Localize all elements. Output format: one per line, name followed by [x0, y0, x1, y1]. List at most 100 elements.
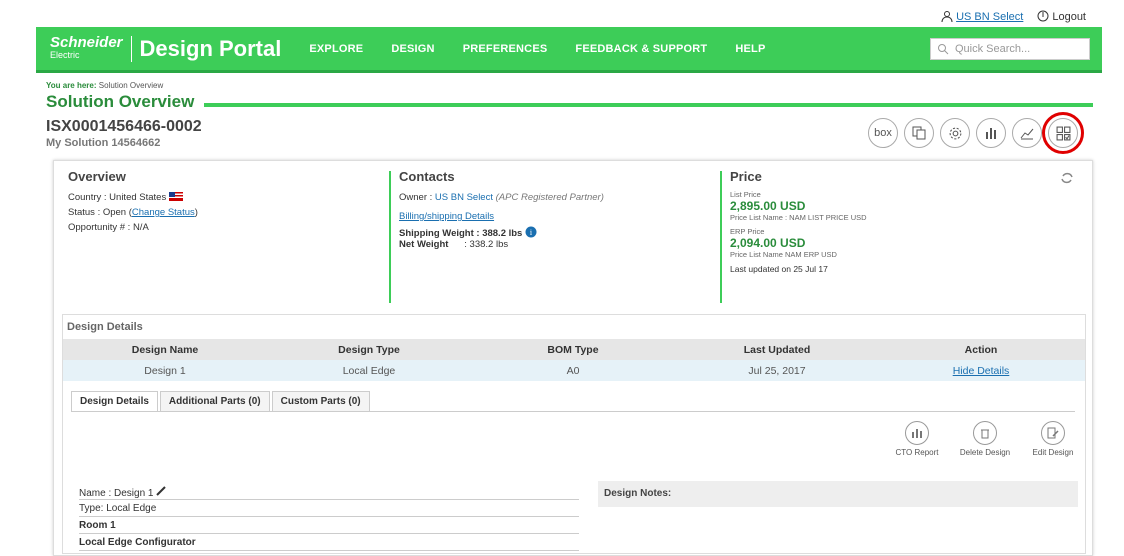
- logo-divider: [130, 35, 132, 62]
- erp-price-value: 2,094.00 USD: [730, 236, 806, 250]
- edit-design-button[interactable]: Edit Design: [1027, 421, 1079, 457]
- nav-explore[interactable]: EXPLORE: [309, 43, 363, 55]
- cell-bom-type: A0: [566, 364, 580, 377]
- design-details-title: Design Details: [67, 321, 143, 333]
- cell-last-updated: Jul 25, 2017: [748, 364, 806, 377]
- line-chart-icon: [1020, 128, 1034, 140]
- cell-design-name: Design 1: [144, 364, 186, 377]
- quick-search-input[interactable]: Quick Search...: [930, 38, 1090, 60]
- status-prefix: Status : Open (: [68, 207, 132, 218]
- country-text: Country : United States: [68, 192, 167, 203]
- col-last-updated: Last Updated: [743, 343, 811, 356]
- billing-link[interactable]: Billing/shipping Details: [399, 211, 494, 222]
- search-placeholder: Quick Search...: [955, 43, 1031, 55]
- configuration-button[interactable]: [1042, 112, 1084, 154]
- erp-price-name: Price List Name NAM ERP USD: [730, 250, 837, 259]
- logo[interactable]: Schneider Electric Design Portal: [50, 33, 281, 62]
- delete-design-label: Delete Design: [959, 448, 1011, 457]
- divider-1: [389, 171, 391, 303]
- opportunity-line: Opportunity # : N/A: [68, 222, 149, 233]
- user-link[interactable]: US BN Select: [941, 10, 1023, 23]
- col-design-type: Design Type: [338, 343, 400, 356]
- page-title: Solution Overview: [46, 92, 195, 111]
- shipping-weight: Shipping Weight : 388.2 lbs: [399, 228, 523, 239]
- gear-icon: [949, 127, 961, 139]
- configurator-row: Local Edge Configurator: [79, 534, 579, 551]
- main-navbar: Schneider Electric Design Portal EXPLORE …: [36, 27, 1102, 73]
- report-button[interactable]: [976, 118, 1006, 148]
- tab-custom-parts[interactable]: Custom Parts (0): [271, 391, 370, 411]
- design-table-header: Design Name Design Type BOM Type Last Up…: [63, 339, 1085, 360]
- edit-design-label: Edit Design: [1032, 448, 1074, 457]
- price-updated: Last updated on 25 Jul 17: [730, 264, 828, 274]
- nav-feedback-support[interactable]: FEEDBACK & SUPPORT: [575, 43, 707, 55]
- title-underline: [204, 103, 1093, 107]
- price-section: Price List Price 2,895.00 USD Price List…: [730, 161, 1080, 303]
- report-icon: [905, 421, 929, 445]
- net-weight-value: : 338.2 lbs: [464, 239, 509, 250]
- status-line: Status : Open (Change Status): [68, 205, 378, 220]
- country-line: Country : United States: [68, 190, 378, 205]
- contacts-section: Contacts Owner : US BN Select (APC Regis…: [399, 161, 709, 303]
- nav-menu: EXPLORE DESIGN PREFERENCES FEEDBACK & SU…: [295, 43, 779, 55]
- utility-bar: US BN Select Logout: [941, 10, 1086, 23]
- solution-toolbar: box: [868, 112, 1084, 154]
- change-status-link[interactable]: Change Status: [132, 207, 195, 218]
- col-bom-type: BOM Type: [547, 343, 599, 356]
- breadcrumb-label: You are here:: [46, 81, 97, 90]
- list-price-name: Price List Name : NAM LIST PRICE USD: [730, 213, 867, 222]
- status-suffix: ): [194, 207, 198, 218]
- power-icon: [1037, 10, 1049, 22]
- cell-design-type: Local Edge: [342, 364, 396, 377]
- delete-design-button[interactable]: Delete Design: [959, 421, 1011, 457]
- shipping-line: Shipping Weight : 388.2 lbs i: [399, 226, 709, 239]
- settings-button[interactable]: [940, 118, 970, 148]
- schneider-logo: Schneider Electric: [50, 33, 123, 62]
- logout-link[interactable]: Logout: [1037, 10, 1086, 23]
- tab-design-details[interactable]: Design Details: [71, 391, 158, 411]
- info-icon[interactable]: i: [525, 226, 537, 238]
- owner-prefix: Owner :: [399, 192, 435, 203]
- box-button[interactable]: box: [868, 118, 898, 148]
- search-icon: [938, 44, 949, 55]
- grid-check-icon: [1056, 126, 1070, 140]
- solution-name: My Solution 14564662: [46, 137, 161, 149]
- nav-help[interactable]: HELP: [735, 43, 765, 55]
- design-name-row: Name : Design 1: [79, 483, 579, 500]
- logout-label[interactable]: Logout: [1052, 11, 1086, 23]
- edit-icon: [1041, 421, 1065, 445]
- billing-line: Billing/shipping Details: [399, 209, 709, 224]
- col-design-name: Design Name: [131, 343, 199, 356]
- copy-icon: [912, 126, 926, 140]
- brand-top: Schneider: [50, 33, 123, 51]
- breadcrumb-current: Solution Overview: [98, 81, 164, 90]
- pencil-icon[interactable]: [156, 486, 166, 496]
- us-flag-icon: [168, 192, 183, 201]
- overview-title: Overview: [68, 169, 126, 184]
- table-row[interactable]: Design 1 Local Edge A0 Jul 25, 2017 Hide…: [63, 360, 1085, 381]
- copy-button[interactable]: [904, 118, 934, 148]
- solution-card: Overview Country : United States Status …: [53, 160, 1093, 556]
- owner-link[interactable]: US BN Select: [435, 192, 493, 203]
- trash-icon: [973, 421, 997, 445]
- user-link-label[interactable]: US BN Select: [956, 11, 1023, 23]
- divider-2: [720, 171, 722, 303]
- detail-tabs: Design Details Additional Parts (0) Cust…: [71, 391, 1075, 412]
- tab-additional-parts[interactable]: Additional Parts (0): [159, 391, 270, 411]
- cto-report-label: CTO Report: [895, 448, 939, 457]
- owner-suffix: (APC Registered Partner): [492, 192, 604, 203]
- refresh-icon[interactable]: [1060, 171, 1074, 185]
- hide-details-link[interactable]: Hide Details: [879, 365, 1083, 377]
- nav-preferences[interactable]: PREFERENCES: [463, 43, 548, 55]
- list-price-value: 2,895.00 USD: [730, 199, 806, 213]
- user-icon: [941, 11, 953, 22]
- nav-design[interactable]: DESIGN: [391, 43, 434, 55]
- trend-button[interactable]: [1012, 118, 1042, 148]
- net-weight-label: Net Weight: [399, 239, 449, 250]
- cto-report-button[interactable]: CTO Report: [891, 421, 943, 457]
- design-name-text: Name : Design 1: [79, 488, 154, 499]
- col-action: Action: [964, 343, 998, 356]
- bar-chart-icon: [986, 128, 996, 139]
- design-actions: CTO Report Delete Design Edit Design: [891, 421, 1079, 457]
- contacts-title: Contacts: [399, 169, 455, 184]
